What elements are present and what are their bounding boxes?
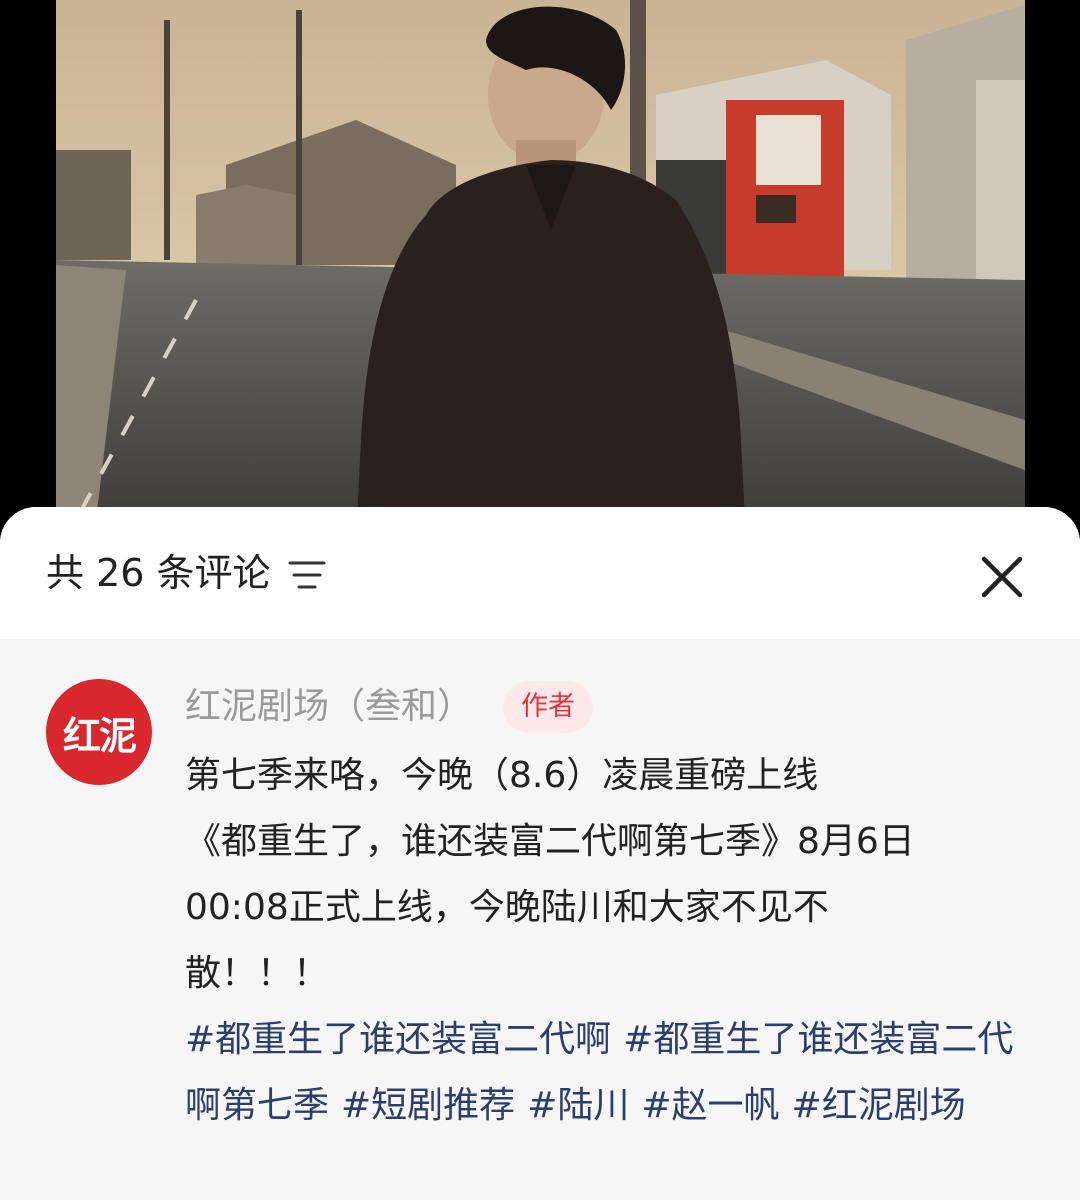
comment-item: 红泥 红泥剧场（叁和） 作者 第七季来咯，今晚（8.6）凌晨重磅上线 《都重生了… [0, 639, 1080, 1200]
hashtag-list: #都重生了谁还装富二代啊 #都重生了谁还装富二代啊第七季 #短剧推荐 #陆川 #赵一帆 #… [185, 1007, 1045, 1139]
avatar[interactable]: 红泥 [46, 679, 152, 785]
author-badge: 作者 [503, 681, 594, 733]
avatar-logo-text: 红泥 [62, 713, 137, 758]
author-row: 红泥剧场（叁和） 作者 [185, 679, 594, 735]
video-preview[interactable] [56, 0, 1025, 540]
comment-line: 00:08正式上线，今晚陆川和大家不见不 [185, 887, 829, 928]
comment-line: 散！！！ [185, 953, 330, 994]
screen: 共 26 条评论 红泥 红泥剧场（叁和） 作者 第七季来咯，今晚（8.6）凌晨重… [0, 0, 1080, 1200]
author-name[interactable]: 红泥剧场（叁和） [185, 679, 473, 735]
hashtag-link[interactable]: #都重生了谁还装富二代啊 [185, 1019, 611, 1060]
sort-lines-icon[interactable] [286, 558, 328, 592]
hashtag-link[interactable]: #短剧推荐 [341, 1085, 515, 1126]
comments-header: 共 26 条评论 [0, 507, 1080, 639]
video-preview-image [56, 0, 1025, 540]
hashtag-link[interactable]: #红泥剧场 [792, 1085, 966, 1126]
comment-count: 共 26 条评论 [46, 551, 271, 595]
hashtag-link[interactable]: #陆川 [527, 1085, 629, 1126]
comment-text: 第七季来咯，今晚（8.6）凌晨重磅上线 《都重生了，谁还装富二代啊第七季》8月6… [185, 743, 1045, 1139]
comment-line: 第七季来咯，今晚（8.6）凌晨重磅上线 [185, 755, 819, 796]
comment-line: 《都重生了，谁还装富二代啊第七季》8月6日 [185, 821, 915, 862]
hashtag-link[interactable]: #赵一帆 [641, 1085, 779, 1126]
comments-sheet: 共 26 条评论 红泥 红泥剧场（叁和） 作者 第七季来咯，今晚（8.6）凌晨重… [0, 507, 1080, 1200]
close-icon[interactable] [972, 547, 1032, 607]
